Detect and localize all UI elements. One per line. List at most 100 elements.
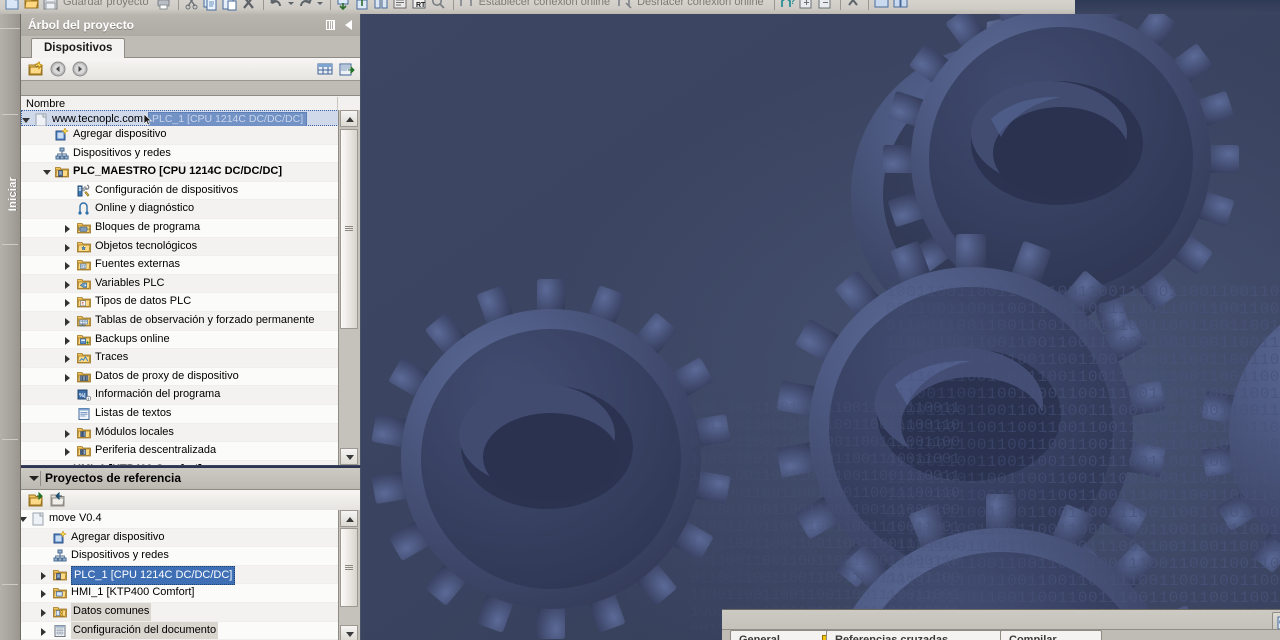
tree-row[interactable]: Backups online — [21, 331, 339, 350]
download-icon[interactable] — [335, 0, 352, 11]
paste-icon[interactable] — [221, 0, 238, 11]
tree-row[interactable]: Bloques de programa — [21, 219, 339, 238]
tree-row[interactable]: Datos de proxy de dispositivo — [21, 368, 339, 387]
project-tree-tabstrip[interactable]: Dispositivos — [21, 36, 360, 58]
layout-arrange-icon[interactable] — [845, 0, 862, 11]
tab-dispositivos[interactable]: Dispositivos — [31, 38, 126, 58]
tree-row[interactable]: Objetos tecnológicos — [21, 237, 339, 257]
navigate-forward-icon[interactable] — [72, 61, 88, 77]
copy-icon[interactable] — [202, 0, 219, 11]
scroll-up-button[interactable] — [340, 510, 358, 527]
left-taskbar[interactable]: Iniciar — [0, 14, 21, 640]
close-reference-project-icon[interactable] — [50, 491, 66, 508]
scrollbar-thumb[interactable] — [340, 528, 358, 607]
compare-icon[interactable] — [373, 0, 390, 11]
tree-row[interactable]: Configuración de dispositivos — [21, 182, 339, 201]
undo-dropdown-icon[interactable] — [287, 0, 295, 11]
tree-row[interactable]: HMI_1 [KTP400 Comfort] — [21, 584, 339, 603]
project-tree-rows[interactable]: www.tecnoplc.com PLC_1 [CPU 1214C DC/DC/D… — [21, 110, 339, 465]
expander-open-icon[interactable] — [22, 118, 30, 123]
start-view-button[interactable]: Iniciar — [3, 164, 23, 224]
tree-row[interactable]: HMI_1 [KTP400 Comfort] — [21, 460, 339, 465]
tree-row[interactable]: move V0.4 — [21, 510, 339, 529]
search-icon[interactable] — [430, 0, 447, 11]
save-project-icon[interactable] — [42, 0, 59, 11]
start-simulation-icon[interactable]: RT — [411, 0, 428, 11]
tab-referencias-cruzadas[interactable]: Referencias cruzadas — [826, 630, 1014, 640]
zoom-in-icon[interactable] — [798, 0, 815, 11]
scroll-down-button[interactable] — [340, 625, 358, 640]
expander-closed-icon[interactable] — [65, 280, 70, 289]
expander-closed-icon[interactable] — [41, 627, 46, 636]
reference-projects-vscrollbar[interactable] — [338, 510, 360, 640]
expander-closed-icon[interactable] — [65, 355, 70, 364]
tree-row[interactable]: Online y diagnóstico — [21, 200, 339, 219]
go-offline-icon[interactable] — [616, 0, 633, 11]
pin-icon[interactable] — [326, 20, 335, 30]
tree-row[interactable]: 01 Fuentes externas — [21, 256, 339, 275]
bottom-tabstrip[interactable]: General Referencias cruzadas Compilar — [722, 629, 1280, 640]
tab-compilar[interactable]: Compilar — [1000, 630, 1102, 640]
go-online-icon[interactable] — [458, 0, 475, 11]
new-device-icon[interactable] — [28, 61, 44, 77]
scroll-up-button[interactable] — [340, 110, 358, 127]
expander-open-icon[interactable] — [43, 170, 51, 176]
tree-row[interactable]: Configuración del documento — [21, 621, 339, 640]
print-icon[interactable] — [155, 0, 172, 11]
expander-closed-icon[interactable] — [65, 317, 70, 326]
tree-row[interactable]: Dispositivos y redes — [21, 547, 339, 566]
cut-icon[interactable] — [183, 0, 200, 11]
expander-closed-icon[interactable] — [65, 336, 70, 345]
tree-row[interactable]: www.tecnoplc.com PLC_1 [CPU 1214C DC/DC/D… — [21, 110, 339, 127]
tree-row[interactable]: PLC_MAESTRO [CPU 1214C DC/DC/DC] — [21, 163, 339, 182]
expander-closed-icon[interactable] — [65, 448, 70, 457]
publish-icon[interactable] — [339, 61, 355, 77]
chevron-down-icon[interactable] — [29, 476, 39, 481]
tree-row[interactable]: Traces — [21, 349, 339, 368]
tree-row[interactable]: Datos comunes — [21, 602, 339, 622]
compile-icon[interactable] — [392, 0, 409, 11]
tree-row[interactable]: Variables PLC — [21, 274, 339, 294]
window-tile-icon[interactable] — [892, 0, 909, 11]
new-project-icon[interactable] — [4, 0, 21, 11]
reference-projects-header[interactable]: Proyectos de referencia — [21, 468, 360, 490]
reference-projects-rows[interactable]: move V0.4 Agregar dispositivo Dispositivos… — [21, 510, 339, 640]
upload-icon[interactable] — [354, 0, 371, 11]
delete-icon[interactable] — [240, 0, 257, 11]
tree-row[interactable]: Periferia descentralizada — [21, 442, 339, 461]
tree-row[interactable]: Agregar dispositivo — [21, 126, 339, 145]
expander-closed-icon[interactable] — [65, 243, 70, 252]
tab-general[interactable]: General — [730, 630, 840, 640]
tree-row[interactable]: %| i Información del programa — [21, 386, 339, 405]
zoom-out-icon[interactable] — [817, 0, 834, 11]
project-tree-toolbar[interactable] — [21, 58, 360, 81]
help-search-icon[interactable]: ? — [779, 0, 796, 11]
scrollbar-thumb[interactable] — [340, 129, 358, 329]
expander-open-icon[interactable] — [21, 517, 27, 522]
undo-icon[interactable] — [268, 0, 285, 11]
expander-closed-icon[interactable] — [65, 299, 70, 308]
redo-dropdown-icon[interactable] — [316, 0, 324, 11]
reference-projects-toolbar[interactable] — [21, 490, 360, 511]
tree-row[interactable]: Dispositivos y redes — [21, 145, 339, 164]
tree-row[interactable]: Listas de textos — [21, 405, 339, 424]
expander-closed-icon[interactable] — [41, 608, 46, 617]
navigate-back-icon[interactable] — [50, 61, 66, 77]
tree-row[interactable]: c Tipos de datos PLC — [21, 293, 339, 312]
tree-row[interactable]: Módulos locales — [21, 423, 339, 443]
expander-closed-icon[interactable] — [41, 571, 46, 580]
expander-closed-icon[interactable] — [65, 224, 70, 233]
tree-row[interactable]: Agregar dispositivo — [21, 528, 339, 548]
scroll-down-button[interactable] — [340, 448, 358, 465]
expander-closed-icon[interactable] — [65, 429, 70, 438]
toolbar-buttons[interactable]: Guardar proyecto RT Establecer conexión … — [0, 0, 911, 14]
expander-closed-icon[interactable] — [65, 262, 70, 271]
tree-row[interactable]: PLC_1 [CPU 1214C DC/DC/DC] — [21, 565, 339, 586]
work-area[interactable]: 1001100110011001100110011100110011001100… — [361, 14, 1280, 640]
tree-row[interactable]: Tablas de observación y forzado permanen… — [21, 311, 339, 331]
open-reference-project-icon[interactable] — [28, 491, 44, 508]
redo-icon[interactable] — [297, 0, 314, 11]
table-view-icon[interactable] — [317, 61, 333, 77]
collapse-panel-icon[interactable] — [345, 20, 352, 30]
project-tree-vscrollbar[interactable] — [338, 110, 360, 465]
